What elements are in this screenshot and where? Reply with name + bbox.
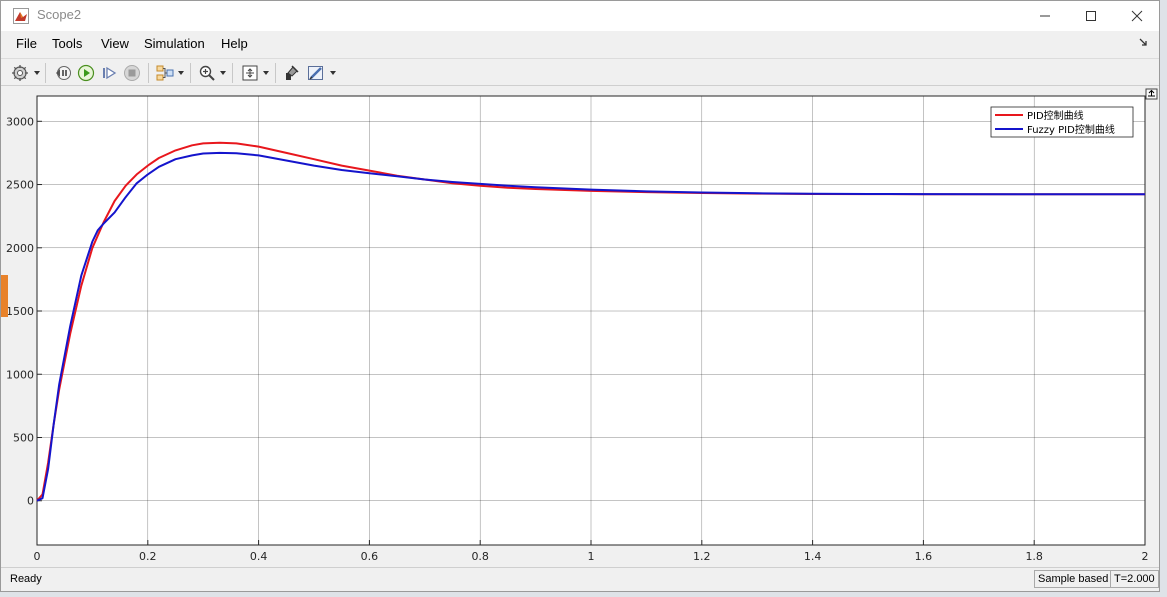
x-tick-label: 0.8 [471,550,489,563]
y-tick-label: 2000 [6,242,34,255]
window-title: Scope2 [37,7,82,22]
toolbar-separator [232,63,233,83]
chevron-down-icon[interactable] [178,70,184,76]
toolbar-separator [148,63,149,83]
toolbar [1,58,1159,86]
undock-axes-button[interactable] [1145,88,1158,100]
menu-view[interactable]: View [101,36,129,51]
minimize-button[interactable] [1022,1,1068,31]
y-tick-label: 1500 [6,305,34,318]
legend[interactable]: PID控制曲线Fuzzy PID控制曲线 [990,106,1134,138]
x-tick-label: 1 [588,550,595,563]
chevron-down-icon[interactable] [263,70,269,76]
toolbar-separator [275,63,276,83]
style-icon[interactable] [307,64,325,82]
simulation-time: T=2.000 [1110,570,1159,588]
dock-arrow-icon[interactable] [1139,38,1149,48]
chevron-down-icon[interactable] [330,70,336,76]
highlight-icon[interactable] [283,64,301,82]
y-tick-label: 0 [27,495,34,508]
close-button[interactable] [1114,1,1160,31]
y-tick-label: 2500 [6,179,34,192]
chevron-down-icon[interactable] [220,70,226,76]
x-tick-label: 0 [34,550,41,563]
menu-simulation[interactable]: Simulation [144,36,205,51]
toolbar-separator [45,63,46,83]
toolbar-separator [190,63,191,83]
legend-entry: Fuzzy PID控制曲线 [1027,123,1115,136]
step-back-icon[interactable] [54,64,72,82]
title-bar: Scope2 [1,1,1159,31]
plot-area: 0 0.2 0.4 0.6 0.8 1 1.2 1.4 1.6 1.8 2 0 500 1000 1500 2… [1,86,1159,566]
status-bar: Ready Sample based T=2.000 [1,567,1159,591]
orange-side-tab[interactable] [1,275,8,317]
maximize-button[interactable] [1068,1,1114,31]
x-tick-label: 1.8 [1025,550,1043,563]
scope-plot[interactable]: 0 0.2 0.4 0.6 0.8 1 1.2 1.4 1.6 1.8 2 0 500 1000 1500 2… [1,86,1159,566]
signal-selector-icon[interactable] [156,64,174,82]
menu-tools[interactable]: Tools [52,36,82,51]
status-ready: Ready [10,573,42,585]
x-tick-label: 1.4 [804,550,822,563]
x-tick-label: 0.2 [139,550,157,563]
settings-icon[interactable] [11,64,29,82]
run-icon[interactable] [77,64,95,82]
menu-bar: File Tools View Simulation Help [1,31,1159,57]
x-tick-label: 0.6 [361,550,379,563]
maximize-icon [1086,11,1096,21]
x-tick-label: 0.4 [250,550,268,563]
fit-view-icon[interactable] [241,64,259,82]
y-tick-label: 3000 [6,115,34,128]
sample-mode: Sample based [1034,570,1113,588]
x-tick-label: 1.2 [693,550,711,563]
zoom-icon[interactable] [198,64,216,82]
y-tick-label: 1000 [6,368,34,381]
y-tick-label: 500 [13,431,34,444]
menu-help[interactable]: Help [221,36,248,51]
step-forward-icon[interactable] [100,64,118,82]
x-tick-label: 2 [1142,550,1149,563]
x-tick-label: 1.6 [915,550,933,563]
legend-entry: PID控制曲线 [1027,109,1084,122]
stop-icon[interactable] [123,64,141,82]
scope-window: Scope2 File Tools View Simulation Help 0… [0,0,1160,592]
close-icon [1131,10,1143,22]
minimize-icon [1040,15,1050,17]
menu-file[interactable]: File [16,36,37,51]
chevron-down-icon[interactable] [34,70,40,76]
matlab-icon [13,8,29,24]
